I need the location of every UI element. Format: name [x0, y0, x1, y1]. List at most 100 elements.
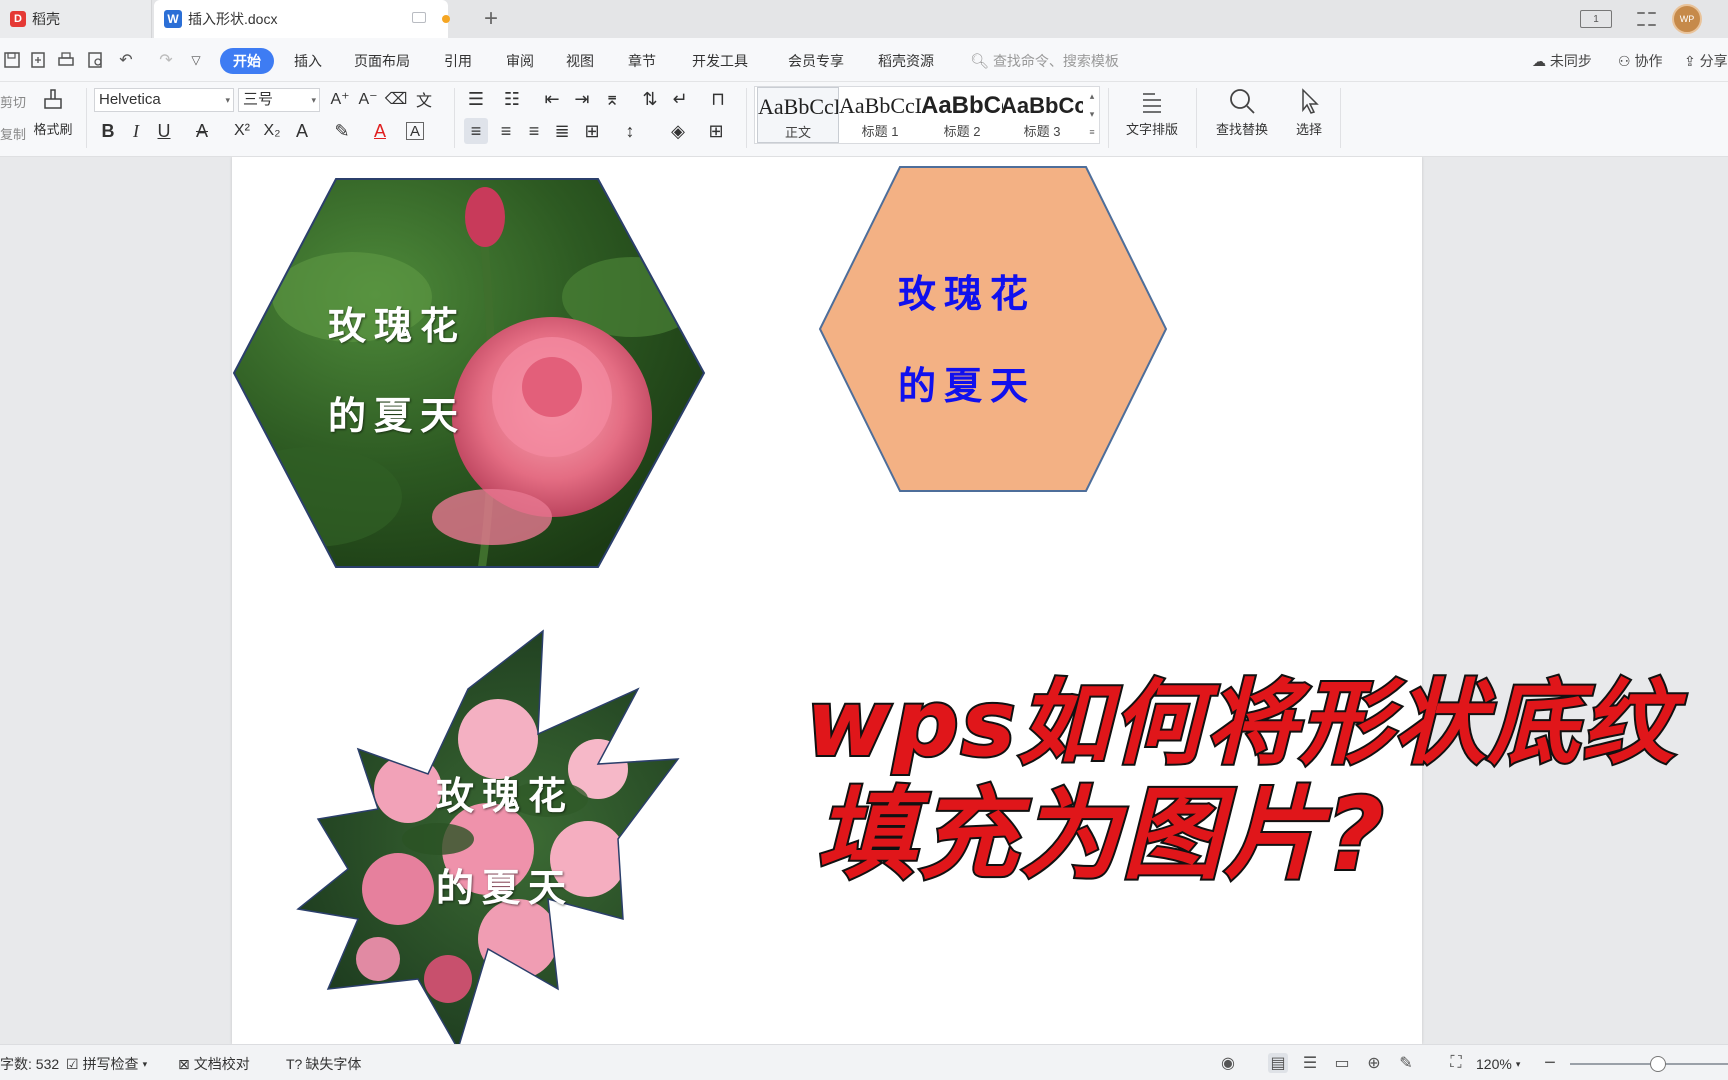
avatar[interactable]: WP — [1672, 4, 1702, 34]
shape-text-line[interactable]: 玫瑰花 — [898, 275, 1036, 313]
grow-font-icon[interactable]: A⁺ — [328, 86, 352, 112]
doc-proof-button[interactable]: ⊠ 文档校对 — [178, 1054, 250, 1074]
italic-icon[interactable]: I — [124, 118, 148, 144]
character-border-icon[interactable]: A — [406, 122, 424, 140]
menu-page-layout[interactable]: 页面布局 — [350, 48, 414, 74]
fit-page-icon[interactable]: ⛶ — [1446, 1053, 1466, 1073]
export-icon[interactable] — [28, 50, 48, 70]
bold-icon[interactable]: B — [96, 118, 120, 144]
tab-home-label: 稻壳 — [32, 11, 60, 27]
zoom-select[interactable]: 120% ▾ — [1476, 1054, 1520, 1074]
page-view-icon[interactable]: ▤ — [1268, 1053, 1288, 1073]
web-view-icon[interactable]: ⊕ — [1364, 1053, 1384, 1073]
line-spacing-icon[interactable]: ↕ — [618, 118, 642, 144]
increase-indent-icon[interactable]: ⇥ — [570, 86, 594, 112]
sync-status-button[interactable]: ☁ 未同步 — [1532, 48, 1592, 74]
highlight-icon[interactable]: ✎ — [330, 118, 354, 144]
phonetic-guide-icon[interactable]: 文 — [412, 86, 436, 112]
word-count[interactable]: 字数: 532 — [0, 1054, 59, 1074]
menu-view[interactable]: 视图 — [562, 48, 598, 74]
distributed-icon[interactable]: ⊞ — [580, 118, 604, 144]
show-marks-icon[interactable]: ↵ — [668, 86, 692, 112]
shape-text-line[interactable]: 的夏天 — [436, 869, 574, 907]
shrink-font-icon[interactable]: A⁻ — [356, 86, 380, 112]
collaborate-button[interactable]: ⚇ 协作 — [1618, 48, 1662, 74]
tab-document[interactable]: W 插入形状.docx — [154, 0, 450, 38]
command-search[interactable]: 🔍︎ 查找命令、搜索模板 — [970, 48, 1119, 74]
strikethrough-icon[interactable]: A — [190, 118, 214, 144]
spell-check-button[interactable]: ☑ 拼写检查 ▾ — [66, 1054, 147, 1074]
menu-insert[interactable]: 插入 — [290, 48, 326, 74]
style-heading-1[interactable]: AaBbCcDd 标题 1 — [839, 87, 921, 143]
find-replace-button[interactable]: 查找替换 — [1204, 86, 1280, 138]
document-page[interactable]: 玫瑰花 的夏天 玫瑰花 的夏天 玫瑰花 的夏天 wps如何将形状底纹 填充为图片… — [232, 157, 1676, 1044]
apps-grid-icon[interactable] — [1636, 9, 1656, 29]
menu-docer-resources[interactable]: 稻壳资源 — [874, 48, 938, 74]
bullets-icon[interactable]: ☰ — [464, 86, 488, 112]
zoom-slider-thumb[interactable] — [1650, 1056, 1666, 1072]
select-button[interactable]: 选择 — [1284, 86, 1334, 138]
menu-developer[interactable]: 开发工具 — [688, 48, 752, 74]
superscript-icon[interactable]: X² — [230, 118, 254, 144]
doc-proof-label: 文档校对 — [193, 1056, 250, 1072]
hexagon-solid-shape[interactable] — [818, 165, 1168, 493]
menu-review[interactable]: 审阅 — [502, 48, 538, 74]
redo-icon[interactable]: ↷ — [156, 50, 176, 70]
monitor-icon[interactable] — [412, 12, 426, 23]
edit-pen-icon[interactable]: ✎ — [1396, 1053, 1416, 1073]
font-name-select[interactable]: Helvetica ▾ — [94, 88, 234, 112]
paint-brush-icon — [44, 89, 62, 109]
menu-section[interactable]: 章节 — [624, 48, 660, 74]
menu-references[interactable]: 引用 — [440, 48, 476, 74]
undo-icon[interactable]: ↶ — [116, 50, 136, 70]
text-layout-button[interactable]: 文字排版 — [1114, 86, 1190, 138]
print-preview-icon[interactable] — [86, 50, 106, 70]
numbering-icon[interactable]: ☷ — [500, 86, 524, 112]
font-color-icon[interactable]: A — [368, 118, 392, 144]
copy-button[interactable]: 复制 — [0, 124, 26, 143]
align-center-icon[interactable]: ≡ — [494, 118, 518, 144]
outline-view-icon[interactable]: ☰ — [1300, 1053, 1320, 1073]
align-left-icon[interactable]: ≡ — [464, 118, 488, 144]
reading-view-icon[interactable]: ▭ — [1332, 1053, 1352, 1073]
shading-icon[interactable]: ◈ — [666, 118, 690, 144]
text-effect-icon[interactable]: A — [290, 118, 314, 144]
style-normal[interactable]: AaBbCcDd 正文 — [757, 87, 839, 143]
styles-scroll[interactable]: ▴ ▾ ≡ — [1085, 87, 1099, 143]
missing-font-button[interactable]: T? 缺失字体 — [286, 1054, 361, 1074]
style-heading-2[interactable]: AaBbCc 标题 2 — [921, 87, 1003, 143]
shape-text-line[interactable]: 玫瑰花 — [436, 777, 574, 815]
sort-icon[interactable]: ⇅ — [638, 86, 662, 112]
document-canvas[interactable]: 玫瑰花 的夏天 玫瑰花 的夏天 玫瑰花 的夏天 wps如何将形状底纹 填充为图片… — [0, 157, 1728, 1044]
clear-format-icon[interactable]: ⌫ — [384, 86, 408, 112]
cut-button[interactable]: 剪切 — [0, 92, 26, 111]
menu-member[interactable]: 会员专享 — [784, 48, 848, 74]
zoom-slider[interactable] — [1570, 1063, 1728, 1065]
font-size-select[interactable]: 三号 ▾ — [238, 88, 320, 112]
underline-icon[interactable]: U — [152, 118, 176, 144]
tab-ruler-icon[interactable]: ⊓ — [706, 86, 730, 112]
zoom-out-icon[interactable]: − — [1540, 1052, 1560, 1074]
shape-text-line[interactable]: 玫瑰花 — [328, 307, 466, 345]
borders-icon[interactable]: ⊞ — [704, 118, 728, 144]
shape-text-line[interactable]: 的夏天 — [328, 397, 466, 435]
save-icon[interactable] — [2, 50, 22, 70]
print-icon[interactable] — [56, 50, 76, 70]
window-layout-icon[interactable]: 1 — [1580, 10, 1612, 28]
decrease-indent-icon[interactable]: ⇤ — [540, 86, 564, 112]
style-heading-3[interactable]: AaBbCcD 标题 3 — [1001, 87, 1083, 143]
starburst-picture-shape[interactable] — [296, 629, 748, 1044]
share-button[interactable]: ⇪ 分享 — [1684, 48, 1728, 74]
subscript-icon[interactable]: X₂ — [260, 118, 284, 144]
chinese-layout-icon[interactable]: ⌆ — [600, 86, 624, 112]
shape-text-line[interactable]: 的夏天 — [898, 367, 1036, 405]
eye-protection-icon[interactable]: ◉ — [1218, 1053, 1238, 1073]
justify-icon[interactable]: ≣ — [550, 118, 574, 144]
format-painter-button[interactable]: 格式刷 — [30, 86, 76, 138]
menu-start[interactable]: 开始 — [220, 48, 274, 74]
align-right-icon[interactable]: ≡ — [522, 118, 546, 144]
tab-home[interactable]: D 稻壳 — [0, 0, 152, 38]
hexagon-picture-shape[interactable] — [232, 177, 710, 569]
new-tab-button[interactable]: + — [476, 4, 506, 34]
customize-toolbar-icon[interactable]: ▽ — [186, 50, 206, 70]
